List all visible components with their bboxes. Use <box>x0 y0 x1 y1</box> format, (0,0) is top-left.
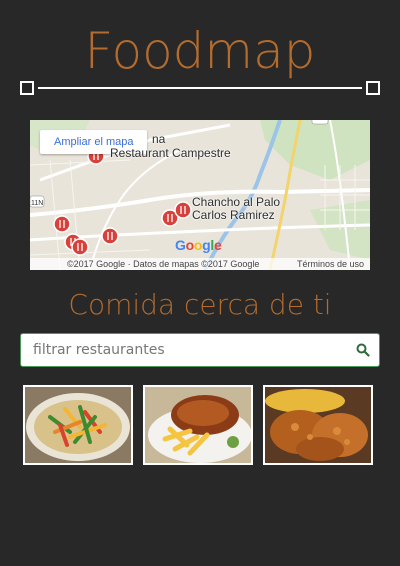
food-image-rice-vegetables[interactable] <box>23 385 133 465</box>
map-attribution: ©2017 Google · Datos de mapas ©2017 Goog… <box>30 258 370 270</box>
section-subtitle: Comida cerca de ti <box>68 288 332 321</box>
map-terms-link[interactable]: Términos de uso <box>297 258 364 270</box>
food-image-chicken-fries[interactable] <box>143 385 253 465</box>
divider-square-right <box>366 81 380 95</box>
app-title: Foodmap <box>84 22 316 80</box>
restaurant-map[interactable]: 11N Ampliar el mapa na Restaurant Campes… <box>30 120 370 270</box>
food-image-fried-chicken[interactable] <box>263 385 373 465</box>
road-label: 11N <box>31 200 43 207</box>
search-icon[interactable] <box>356 343 370 357</box>
google-logo: Google <box>175 237 222 253</box>
search-input[interactable] <box>21 334 341 366</box>
search-box[interactable] <box>20 333 380 367</box>
divider-square-left <box>20 81 34 95</box>
map-attribution-text: ©2017 Google · Datos de mapas ©2017 Goog… <box>67 259 260 269</box>
food-gallery <box>23 385 373 465</box>
title-divider <box>20 81 380 95</box>
map-label-campestre-text: Restaurant Campestre <box>110 146 231 160</box>
divider-line <box>38 87 362 89</box>
map-label-prefix: na <box>152 132 166 146</box>
map-label-chancho: Chancho al Palo Carlos Ramirez <box>192 195 281 222</box>
